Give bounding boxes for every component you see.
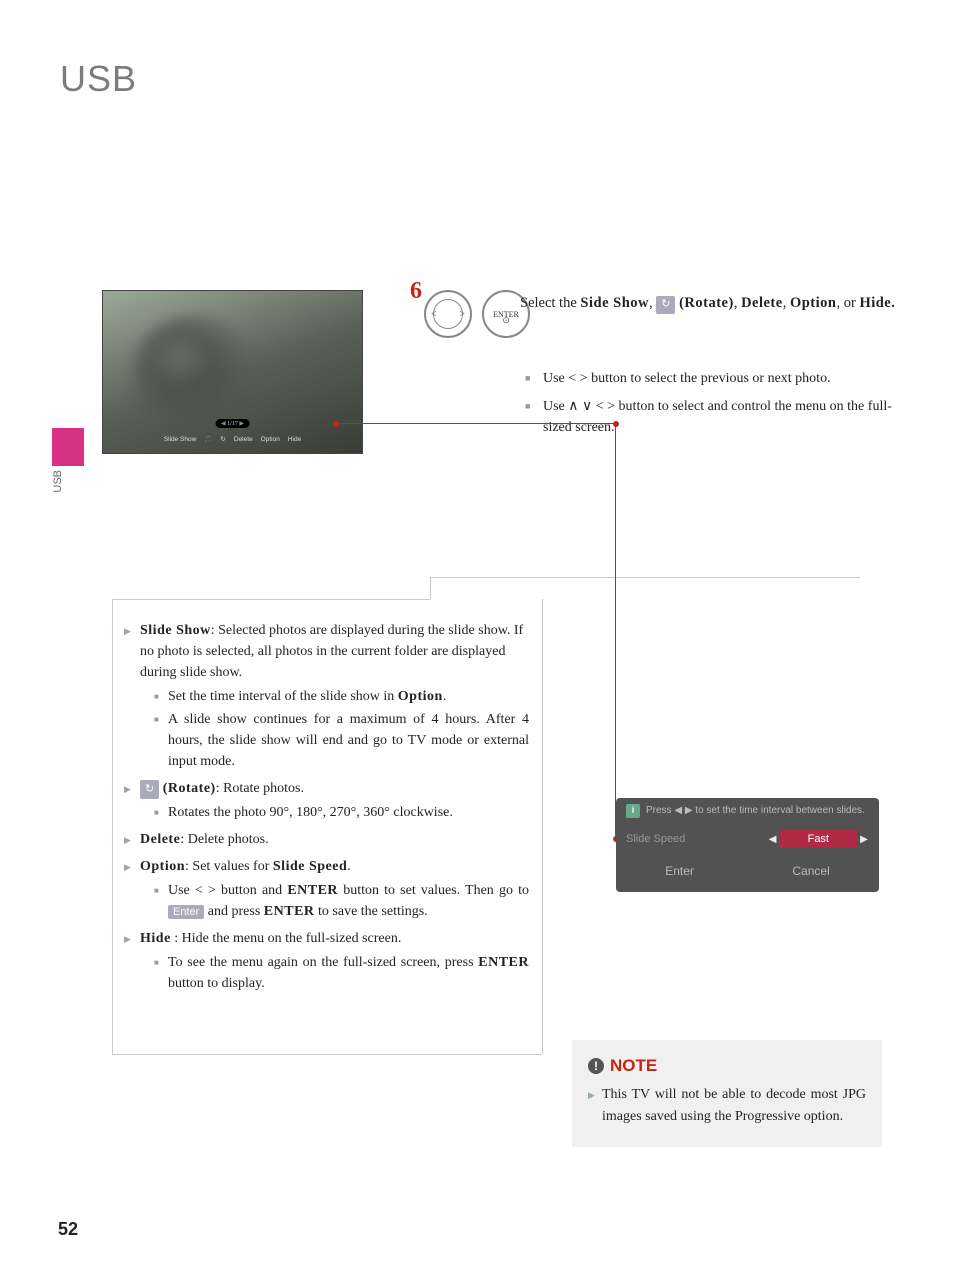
item-rotate: ↻ (Rotate): Rotate photos. Rotates the p… <box>124 778 529 823</box>
bullet: Use < > button to select the previous or… <box>525 368 905 390</box>
txt: and press <box>204 904 264 919</box>
divider <box>112 599 430 600</box>
remote-buttons: < > ENTER ⊙ <box>424 290 530 338</box>
sub: To see the menu again on the full-sized … <box>140 952 529 994</box>
txt: Slide Speed <box>273 859 347 874</box>
dpad-left-icon: < <box>431 309 437 320</box>
divider <box>542 599 543 1054</box>
page-number: 52 <box>58 1219 78 1240</box>
txt: Press <box>646 805 674 816</box>
enter-tag: Enter <box>168 905 204 919</box>
dpad-right-icon: > <box>459 309 465 320</box>
txt: button to set values. Then go to <box>338 883 529 898</box>
tb-slideshow[interactable]: Slide Show <box>164 436 197 443</box>
txt: Side Show <box>580 295 649 311</box>
txt: . <box>347 859 351 874</box>
speed-value[interactable]: Fast <box>780 830 857 848</box>
tb-rotate-icon[interactable]: ↻ <box>220 435 225 443</box>
slide-speed-dialog: i Press ◀ ▶ to set the time interval bet… <box>616 798 879 892</box>
tb-option[interactable]: Option <box>261 436 280 443</box>
txt: To see the menu again on the full-sized … <box>168 955 478 970</box>
txt: , <box>649 295 656 311</box>
dpad-button[interactable]: < > <box>424 290 472 338</box>
callout-line <box>615 423 616 839</box>
page-title: USB <box>60 58 137 100</box>
item-slideshow: Slide Show: Selected photos are displaye… <box>124 620 529 772</box>
info-text: Press ◀ ▶ to set the time interval betwe… <box>646 804 865 817</box>
speed-row: Slide Speed ◀ Fast ▶ <box>626 830 869 848</box>
txt: (Rotate) <box>163 781 216 796</box>
note-box: ! NOTE This TV will not be able to decod… <box>572 1040 882 1147</box>
note-header: ! NOTE <box>588 1056 866 1076</box>
photo-toolbar: Slide Show 🎵 ↻ Delete Option Hide <box>103 425 362 453</box>
step-instruction: Select the Side Show, ↻ (Rotate), Delete… <box>520 293 900 314</box>
txt: Hide. <box>859 295 895 311</box>
divider <box>112 599 113 1054</box>
step-number: 6 <box>410 278 422 305</box>
txt: Set the time interval of the slide show … <box>168 689 398 704</box>
divider <box>112 1054 542 1055</box>
bullet: Use ∧ ∨ < > button to select and control… <box>525 396 905 439</box>
photo-viewer-screenshot: 1/17 Slide Show 🎵 ↻ Delete Option Hide <box>102 290 363 454</box>
txt: Option <box>140 859 185 874</box>
txt: Delete <box>140 832 180 847</box>
txt: Option <box>790 295 837 311</box>
txt: ENTER <box>264 904 315 919</box>
divider <box>430 577 860 578</box>
arrow-right-icon[interactable]: ▶ <box>859 834 869 845</box>
enter-button[interactable]: Enter <box>665 864 694 878</box>
txt: to save the set­tings. <box>315 904 428 919</box>
txt: Hide <box>140 931 171 946</box>
txt: Use < > button and <box>168 883 287 898</box>
divider <box>430 577 431 599</box>
txt: , <box>783 295 790 311</box>
dialog-buttons: Enter Cancel <box>626 864 869 878</box>
arrow-left-icon[interactable]: ◀ <box>768 834 778 845</box>
txt: : Hide the menu on the full-sized screen… <box>171 931 402 946</box>
note-text: This TV will not be able to decode most … <box>588 1084 866 1127</box>
info-row: i Press ◀ ▶ to set the time interval bet… <box>626 804 869 818</box>
txt: Option <box>398 689 443 704</box>
cancel-button[interactable]: Cancel <box>792 864 829 878</box>
txt: . <box>443 689 447 704</box>
txt: ENTER <box>478 955 529 970</box>
txt: , or <box>836 295 859 311</box>
txt: ENTER <box>287 883 338 898</box>
speed-label: Slide Speed <box>626 833 685 845</box>
rotate-icon: ↻ <box>656 296 675 314</box>
sub: Use < > button and ENTER button to set v… <box>140 880 529 922</box>
rotate-icon: ↻ <box>140 780 159 799</box>
item-delete: Delete: Delete photos. <box>124 829 529 850</box>
tb-hide[interactable]: Hide <box>288 436 301 443</box>
txt: : Set values for <box>185 859 273 874</box>
side-tab-color <box>52 428 84 466</box>
enter-dot-icon: ⊙ <box>502 315 510 326</box>
sub: A slide show continues for a maximum of … <box>140 709 529 772</box>
exclamation-icon: ! <box>588 1058 604 1074</box>
side-tab-label: USB <box>52 470 64 493</box>
photo-image <box>133 316 253 426</box>
item-hide: Hide : Hide the menu on the full-sized s… <box>124 928 529 994</box>
txt: (Rotate) <box>679 295 734 311</box>
item-option: Option: Set values for Slide Speed. Use … <box>124 856 529 922</box>
sub: Rotates the photo 90°, 180°, 270°, 360° … <box>140 802 529 823</box>
tb-delete[interactable]: Delete <box>234 436 253 443</box>
txt: button to display. <box>168 976 265 991</box>
txt: , <box>734 295 741 311</box>
feature-list: Slide Show: Selected photos are displaye… <box>124 620 529 1000</box>
txt: to set the time interval between slides. <box>693 805 865 816</box>
txt: : Rotate photos. <box>216 781 304 796</box>
step-bullets: Use < > button to select the previous or… <box>525 368 905 445</box>
txt: Select the <box>520 295 580 311</box>
sub: Set the time interval of the slide show … <box>140 686 529 707</box>
txt: : Delete photos. <box>180 832 268 847</box>
callout-line <box>336 423 616 424</box>
txt: Slide Show <box>140 623 211 638</box>
note-title: NOTE <box>610 1056 657 1076</box>
txt: Delete <box>741 295 783 311</box>
info-icon: i <box>626 804 640 818</box>
tb-music-icon[interactable]: 🎵 <box>204 435 212 443</box>
side-tab: USB <box>52 428 84 486</box>
